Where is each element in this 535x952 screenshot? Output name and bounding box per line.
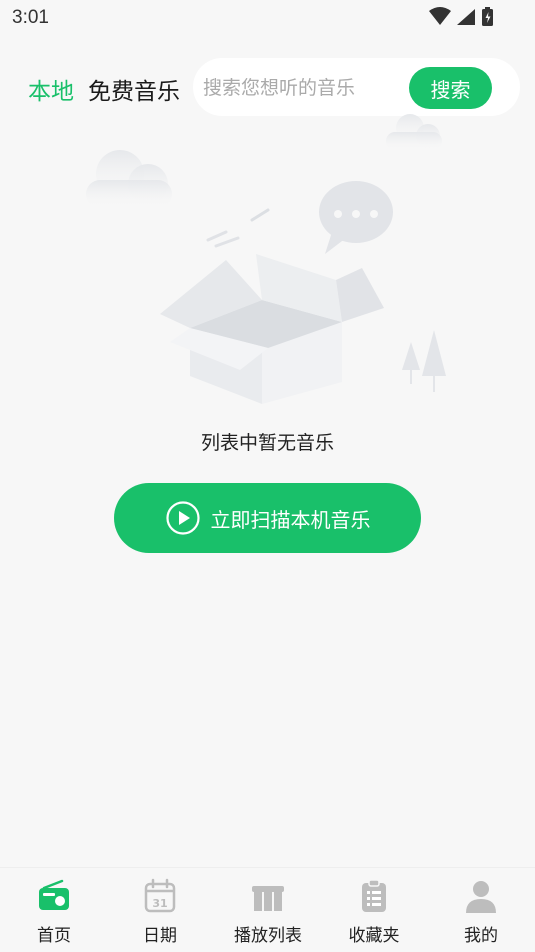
playlist-icon — [252, 886, 284, 911]
calendar-icon: 31 — [144, 878, 176, 913]
calendar-day: 31 — [152, 897, 167, 910]
cloud-icon-right — [386, 114, 442, 150]
search-button[interactable]: 搜索 — [409, 67, 492, 109]
bottom-nav: 首页 31 日期 播放列表 收藏夹 我的 — [0, 867, 535, 952]
nav-item-home[interactable]: 首页 — [4, 868, 104, 952]
nav-label-date: 日期 — [143, 926, 177, 946]
radio-icon — [39, 879, 69, 910]
nav-item-date[interactable]: 31 日期 — [110, 868, 210, 952]
nav-label-favorites: 收藏夹 — [348, 926, 400, 946]
nav-label-home: 首页 — [37, 926, 71, 946]
status-bar: 3:01 — [0, 0, 535, 36]
wifi-icon — [429, 7, 451, 25]
empty-box-illustration — [40, 114, 500, 438]
search-input[interactable] — [201, 68, 405, 108]
status-icons — [429, 7, 493, 26]
nav-label-playlist: 播放列表 — [234, 926, 302, 946]
play-circle-icon — [165, 501, 200, 535]
tab-local[interactable]: 本地 — [28, 72, 74, 106]
nav-item-favorites[interactable]: 收藏夹 — [324, 868, 424, 952]
chat-bubble-icon — [319, 181, 393, 254]
user-icon — [466, 881, 496, 913]
nav-item-profile[interactable]: 我的 — [431, 868, 531, 952]
cloud-icon-left — [86, 150, 172, 208]
signal-icon — [457, 9, 475, 25]
empty-message: 列表中暂无音乐 — [200, 432, 334, 454]
tab-free-music[interactable]: 免费音乐 — [88, 72, 180, 106]
clipboard-icon — [362, 879, 386, 912]
nav-label-profile: 我的 — [464, 926, 498, 946]
status-time: 3:01 — [12, 7, 49, 28]
scan-music-button[interactable]: 立即扫描本机音乐 — [114, 483, 421, 553]
scan-button-label: 立即扫描本机音乐 — [210, 507, 371, 532]
nav-item-playlist[interactable]: 播放列表 — [218, 868, 318, 952]
